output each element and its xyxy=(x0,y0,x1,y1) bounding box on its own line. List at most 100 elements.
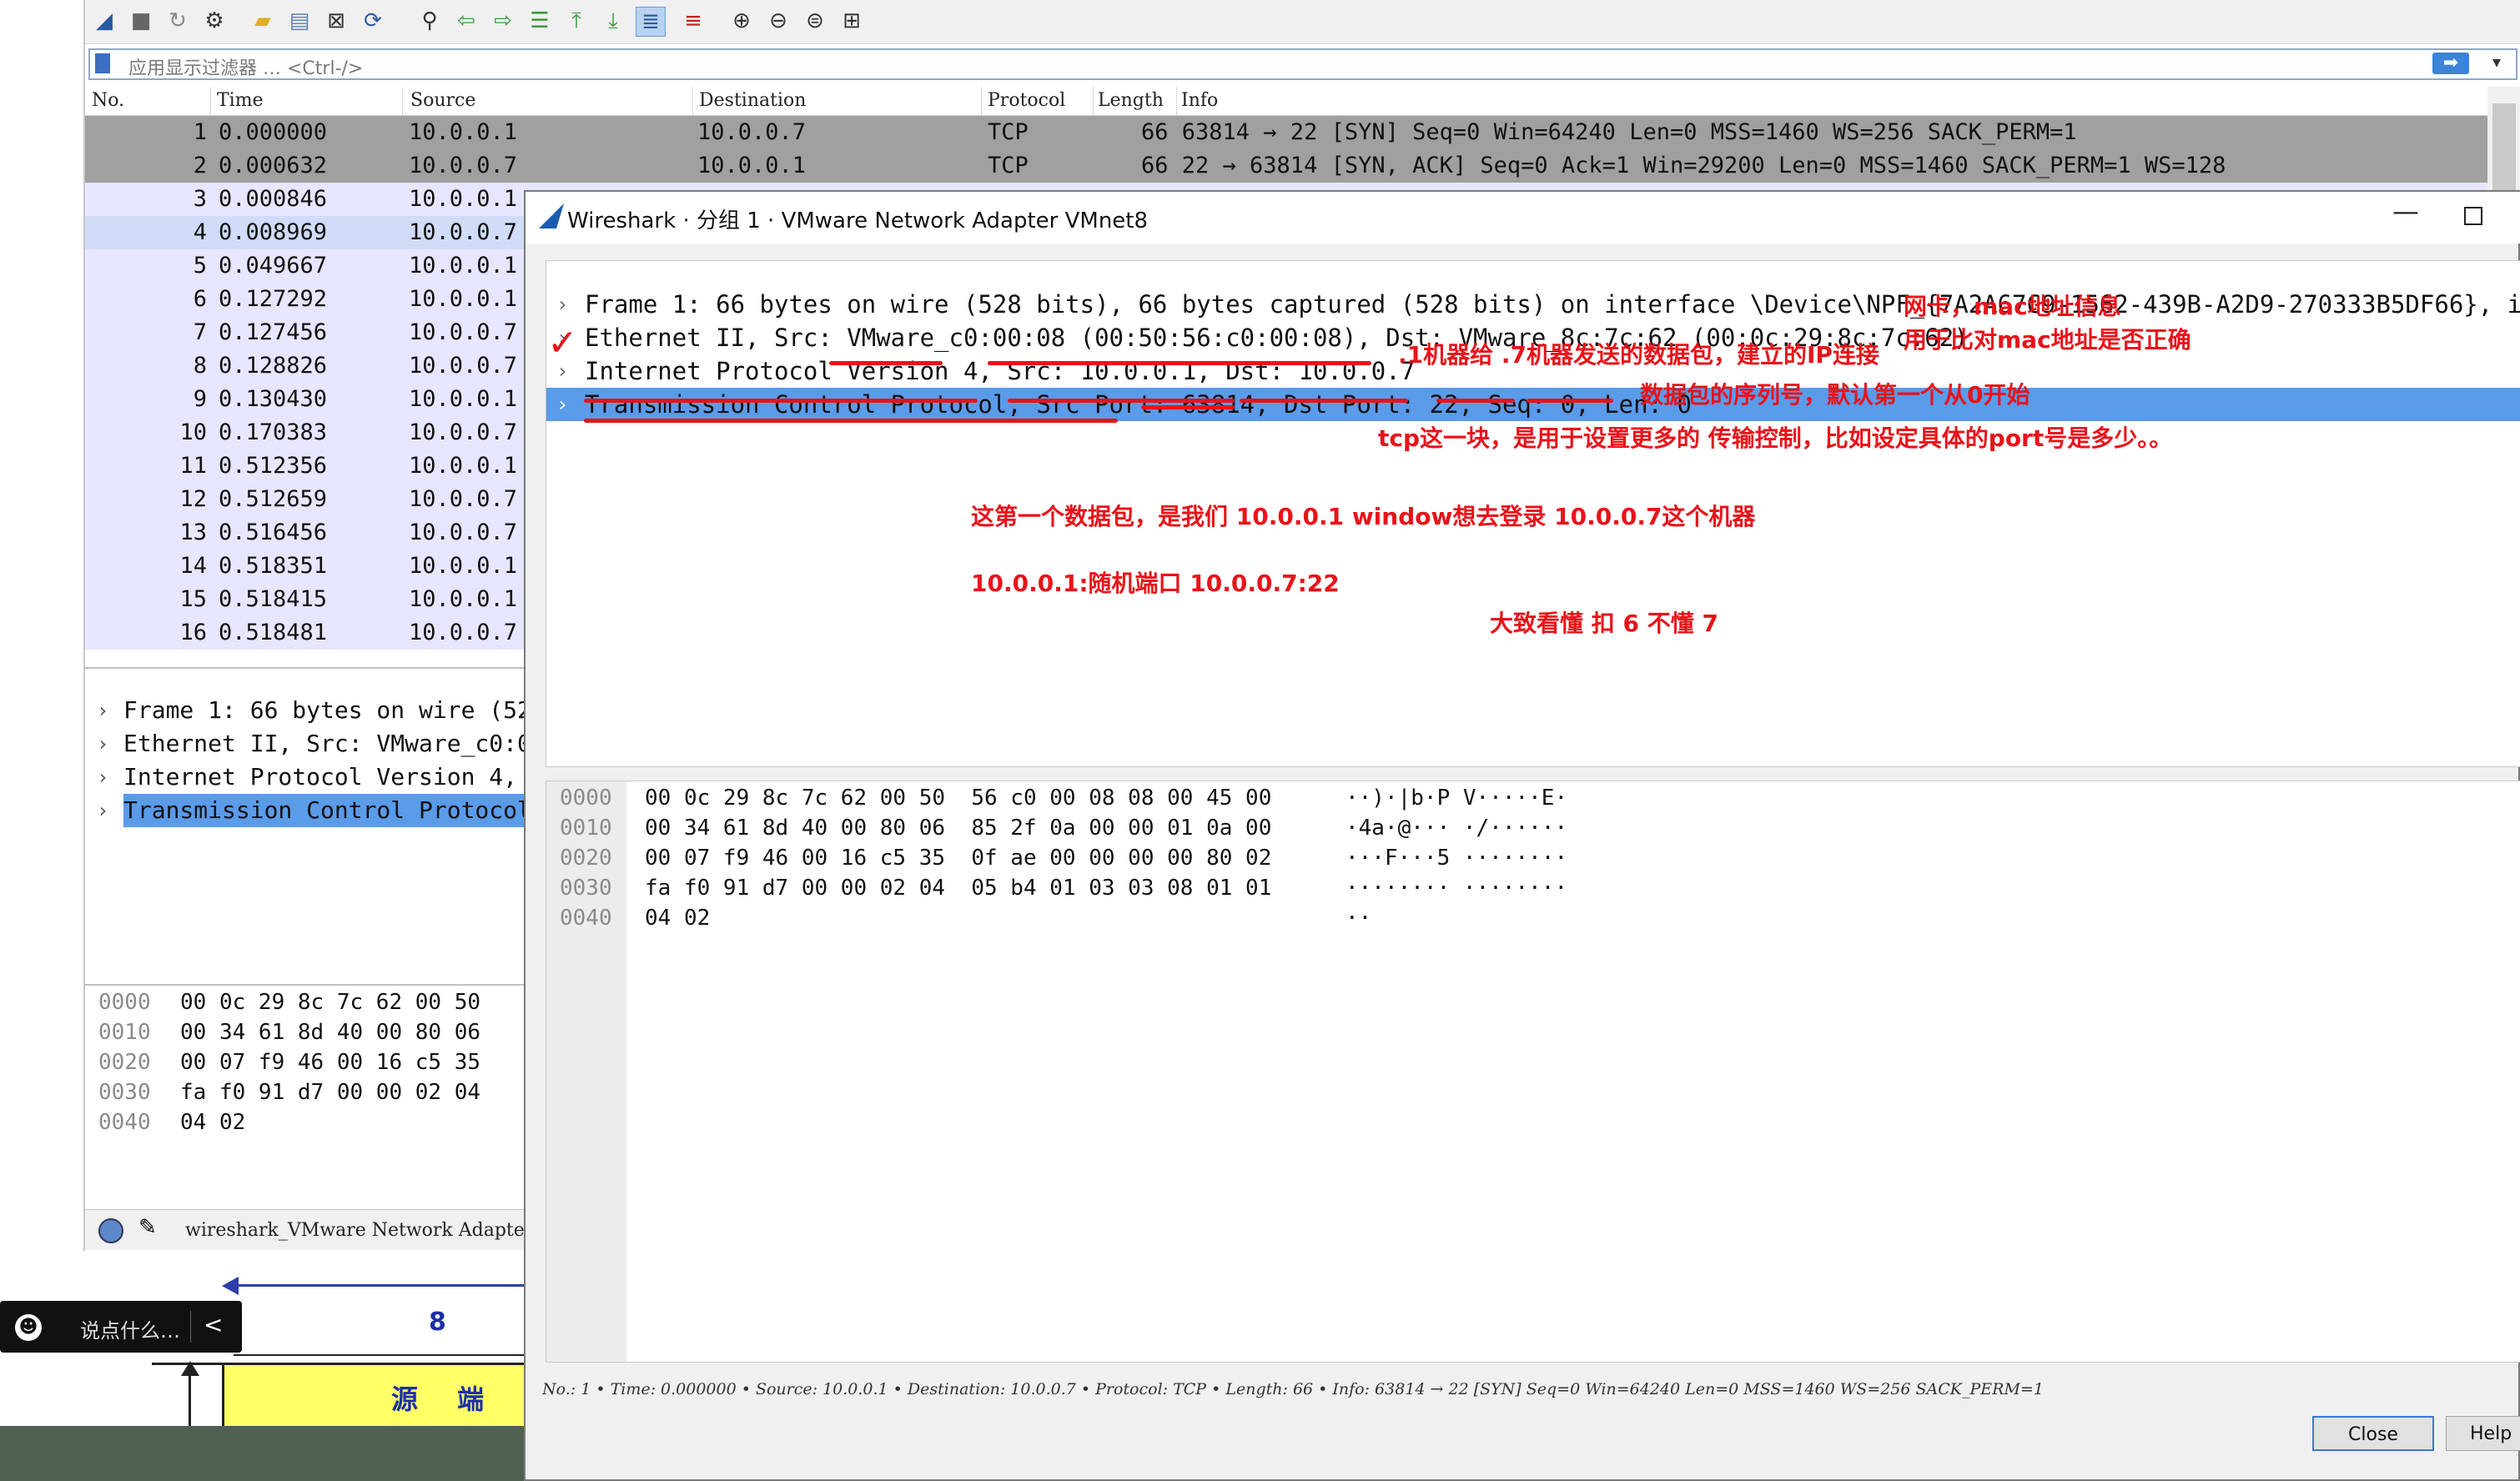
packet-cell-no: 10 xyxy=(179,419,207,445)
arrow-left-icon xyxy=(222,1277,239,1295)
packet-cell-time: 0.128826 xyxy=(219,353,328,379)
packet-cell-info: 66 22 → 63814 [SYN, ACK] Seq=0 Ack=1 Win… xyxy=(1141,153,2226,178)
annotation-ports: 10.0.0.1:随机端口 10.0.0.7:22 xyxy=(971,570,1340,597)
packet-bytes-pane: 0000 00 0c 29 8c 7c 62 00 50 0010 00 34 61… xyxy=(85,984,527,1211)
reload-icon[interactable]: ⟳ xyxy=(359,7,387,35)
packet-cell-time: 0.008969 xyxy=(219,219,328,245)
go-to-packet-icon[interactable]: ☰ xyxy=(526,7,554,35)
underline-dst-port xyxy=(1240,399,1408,403)
capture-status-icon[interactable] xyxy=(98,1218,123,1243)
save-file-icon[interactable]: ▤ xyxy=(285,7,314,35)
annotation-nic: 网卡，mac地址信息 xyxy=(1904,293,2121,320)
packet-cell-src: 10.0.0.1 xyxy=(409,186,518,212)
packet-cell-no: 7 xyxy=(193,319,207,345)
packet-cell-src: 10.0.0.1 xyxy=(409,286,518,312)
col-protocol[interactable]: Protocol xyxy=(988,90,1065,111)
packet-cell-no: 4 xyxy=(193,219,207,245)
bookmark-icon[interactable] xyxy=(95,53,110,73)
chat-input-bar[interactable]: ☻ 说点什么… < xyxy=(0,1301,242,1353)
chevron-right-icon[interactable]: › xyxy=(97,761,108,794)
stop-icon[interactable]: ■ xyxy=(127,7,155,35)
ruler-ticks xyxy=(234,1334,534,1356)
maximize-button[interactable] xyxy=(2464,207,2482,225)
chevron-right-icon[interactable]: › xyxy=(556,288,568,321)
col-no[interactable]: No. xyxy=(92,90,124,111)
status-bar: ✎ wireshark_VMware Network Adapter V xyxy=(85,1209,552,1250)
zoom-normal-icon[interactable]: ⊜ xyxy=(801,7,829,35)
packet-cell-no: 16 xyxy=(179,620,207,645)
close-button[interactable]: Close xyxy=(2312,1416,2434,1451)
go-forward-icon[interactable]: ⇨ xyxy=(489,7,517,35)
colorize-icon[interactable]: ≡ xyxy=(679,7,707,35)
packet-cell-no: 2 xyxy=(193,153,207,178)
options-gear-icon[interactable]: ⚙ xyxy=(200,7,229,35)
dialog-title-bar[interactable]: Wireshark · 分组 1 · VMware Network Adapte… xyxy=(526,192,2520,243)
packet-cell-src: 10.0.0.7 xyxy=(409,620,518,645)
col-time[interactable]: Time xyxy=(217,90,264,111)
packet-cell-no: 5 xyxy=(193,253,207,279)
packet-cell-time: 0.049667 xyxy=(219,253,328,279)
dialog-bytes-pane: 0000 00 0c 29 8c 7c 62 00 50 56 c0 00 08 … xyxy=(546,781,2520,1363)
packet-cell-src: 10.0.0.1 xyxy=(409,386,518,412)
dialog-title: Wireshark · 分组 1 · VMware Network Adapte… xyxy=(567,208,1149,233)
zoom-out-icon[interactable]: ⊖ xyxy=(764,7,792,35)
annotation-seq: 数据包的序列号，默认第一个从0开始 xyxy=(1640,381,2030,409)
packet-cell-time: 0.127456 xyxy=(219,319,328,345)
packet-cell-no: 15 xyxy=(179,586,207,612)
close-file-icon[interactable]: ⊠ xyxy=(322,7,350,35)
packet-cell-no: 12 xyxy=(179,486,207,512)
packet-row[interactable]: 1 0.000000 10.0.0.1 10.0.0.7 TCP 66 63814 → 2… xyxy=(85,116,2487,149)
packet-cell-info: 66 63814 → 22 [SYN] Seq=0 Win=64240 Len=… xyxy=(1141,119,2077,145)
filter-placeholder: 应用显示过滤器 … <Ctrl-/> xyxy=(128,58,364,79)
packet-cell-time: 0.518481 xyxy=(219,620,328,645)
packet-row[interactable]: 2 0.000632 10.0.0.7 10.0.0.1 TCP 66 22 → 6381… xyxy=(85,149,2487,183)
minimize-button[interactable]: — xyxy=(2392,195,2419,227)
help-button[interactable]: Help xyxy=(2446,1416,2520,1451)
auto-scroll-icon[interactable]: ≣ xyxy=(636,7,666,37)
tree-row-ethernet[interactable]: › Ethernet II, Src: VMware_c0:0 xyxy=(85,727,531,761)
packet-cell-no: 9 xyxy=(193,386,207,412)
chevron-down-icon[interactable]: ▾ xyxy=(2492,52,2501,72)
packet-cell-src: 10.0.0.1 xyxy=(409,253,518,279)
dtree-row-frame[interactable]: › Frame 1: 66 bytes on wire (528 bits), 6… xyxy=(546,288,2520,321)
packet-cell-proto: TCP xyxy=(988,119,1029,145)
resize-columns-icon[interactable]: ⊞ xyxy=(837,7,866,35)
chevron-right-icon[interactable]: › xyxy=(97,694,108,727)
chevron-right-icon[interactable]: › xyxy=(97,727,108,761)
packet-detail-pane: › Frame 1: 66 bytes on wire (52 › Ethernet… xyxy=(85,667,546,977)
main-toolbar: ◢ ■ ↻ ⚙ ▰ ▤ ⊠ ⟳ ⚲ ⇦ ⇨ ☰ ⤒ ⤓ ≣ ≡ ⊕ ⊖ ⊜ ⊞ xyxy=(85,0,2520,44)
tree-row-tcp[interactable]: › Transmission Control Protocol xyxy=(85,794,536,827)
edit-comment-icon[interactable]: ✎ xyxy=(138,1215,157,1240)
col-source[interactable]: Source xyxy=(410,90,475,111)
packet-cell-time: 0.130430 xyxy=(219,386,328,412)
chevron-right-icon[interactable]: › xyxy=(556,388,568,421)
packet-dialog: Wireshark · 分组 1 · VMware Network Adapte… xyxy=(524,190,2520,1481)
dtree-row-tcp[interactable]: › Transmission Control Protocol, Src Port… xyxy=(546,388,2520,421)
packet-cell-src: 10.0.0.7 xyxy=(409,486,518,512)
last-packet-icon[interactable]: ⤓ xyxy=(599,7,627,35)
apply-filter-button[interactable]: ➡ xyxy=(2432,53,2469,74)
first-packet-icon[interactable]: ⤒ xyxy=(562,7,591,35)
packet-cell-src: 10.0.0.7 xyxy=(409,219,518,245)
underline-version xyxy=(829,361,943,365)
shark-fin-icon[interactable]: ◢ xyxy=(90,7,118,35)
packet-cell-no: 14 xyxy=(179,553,207,579)
collapse-chevron-icon[interactable]: < xyxy=(204,1311,223,1338)
chevron-right-icon[interactable]: › xyxy=(97,794,108,827)
tree-row-frame[interactable]: › Frame 1: 66 bytes on wire (52 xyxy=(85,694,531,727)
tree-row-ip[interactable]: › Internet Protocol Version 4, S xyxy=(85,761,546,794)
packet-summary-line: No.: 1 • Time: 0.000000 • Source: 10.0.0… xyxy=(542,1380,2044,1398)
open-folder-icon[interactable]: ▰ xyxy=(249,7,277,35)
go-back-icon[interactable]: ⇦ xyxy=(452,7,480,35)
underline-63814 xyxy=(1141,405,1235,409)
restart-icon[interactable]: ↻ xyxy=(163,7,192,35)
col-length[interactable]: Length xyxy=(1098,90,1164,111)
find-icon[interactable]: ⚲ xyxy=(415,7,444,35)
emoji-icon[interactable]: ☻ xyxy=(15,1314,42,1341)
packet-cell-time: 0.518351 xyxy=(219,553,328,579)
col-destination[interactable]: Destination xyxy=(699,90,806,111)
packet-cell-src: 10.0.0.7 xyxy=(409,353,518,379)
zoom-in-icon[interactable]: ⊕ xyxy=(727,7,756,35)
display-filter-input[interactable]: 应用显示过滤器 … <Ctrl-/> ➡ ▾ + xyxy=(88,48,2517,80)
col-info[interactable]: Info xyxy=(1181,90,1218,111)
